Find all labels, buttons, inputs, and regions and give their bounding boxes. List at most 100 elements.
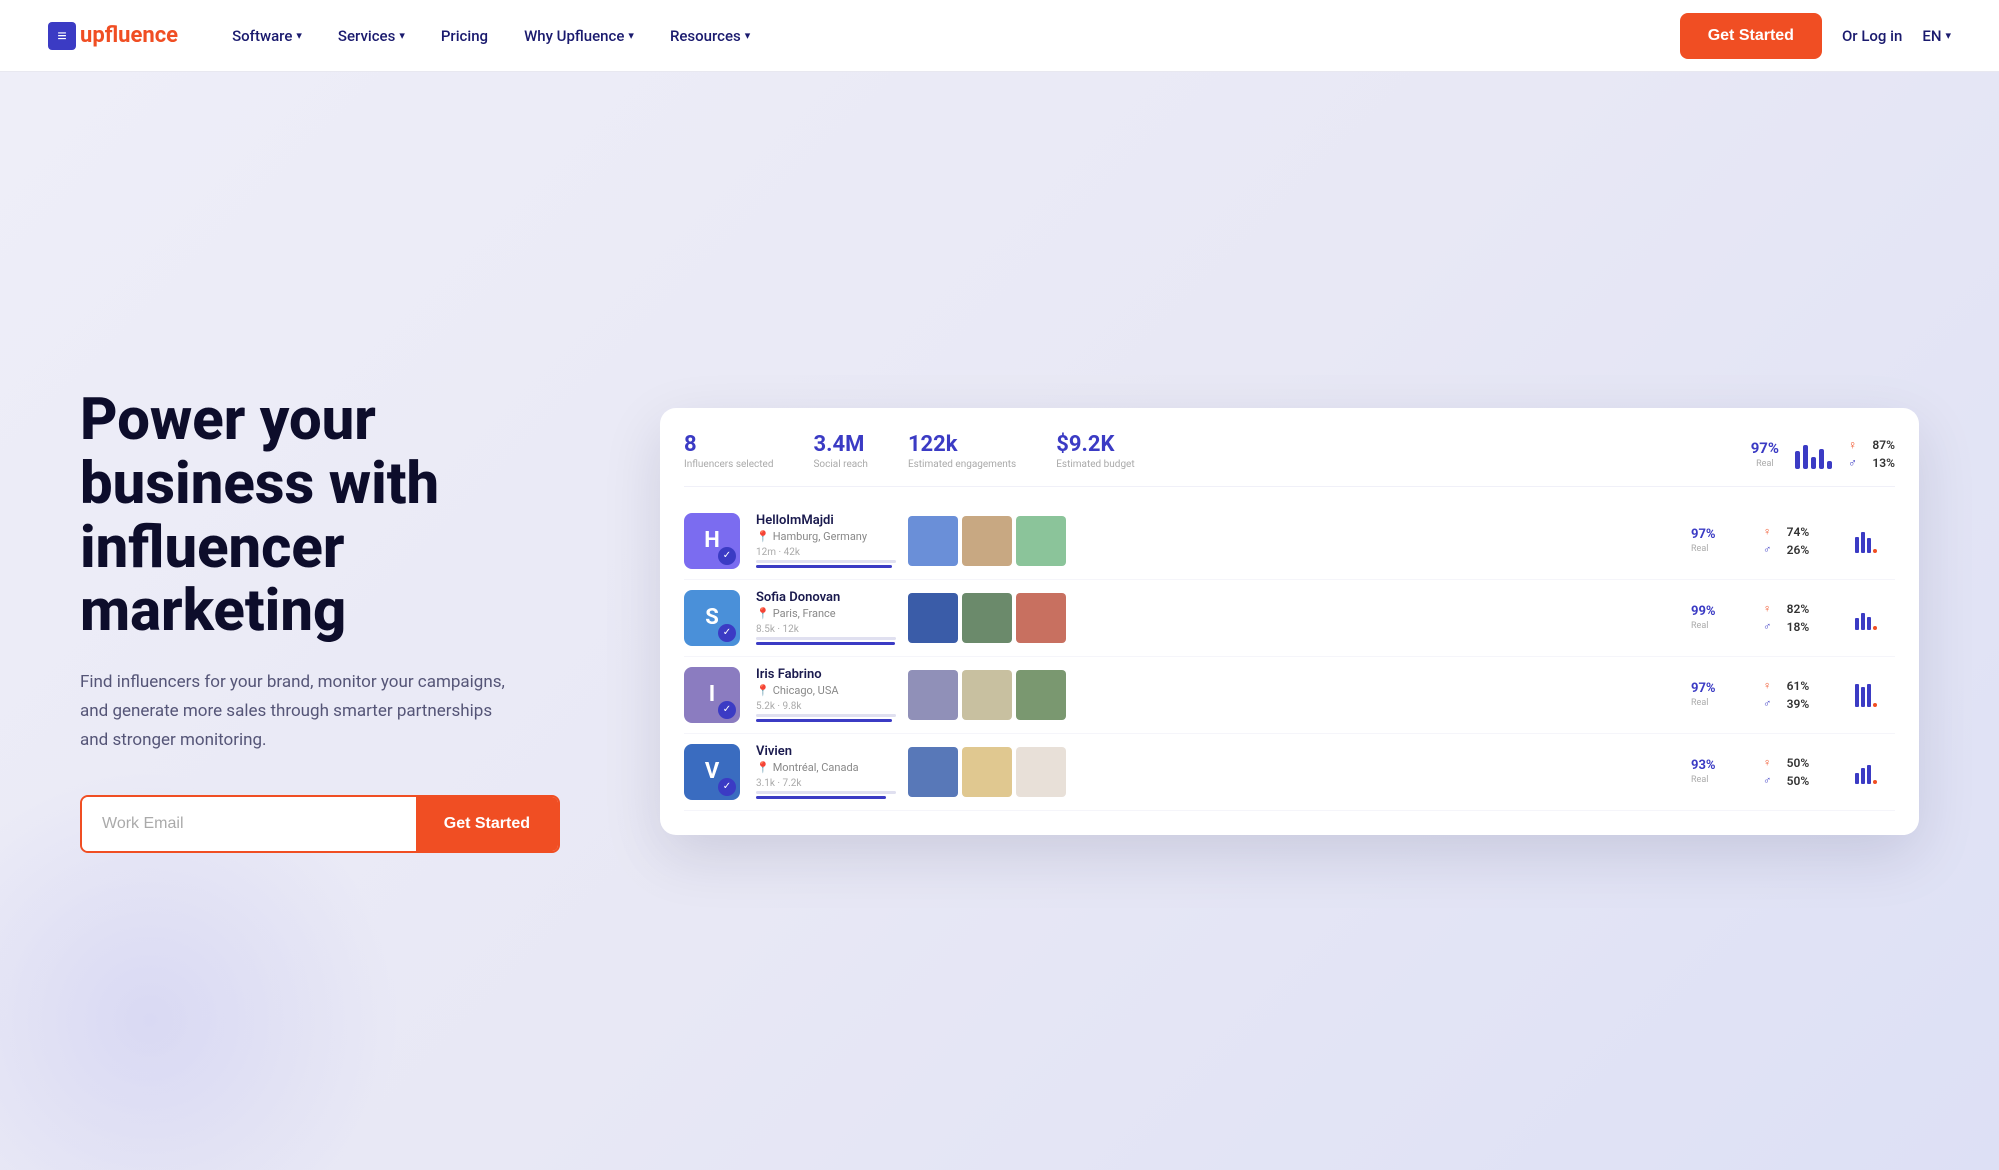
influencer-info: Sofia Donovan 📍Paris, France 8.5k · 12k [756,590,896,645]
gender-stats: ♀ 87% ♂ 13% [1848,438,1895,470]
avatar-check: ✓ [718,547,736,565]
rbar-3 [1867,617,1871,630]
rbar-dot [1873,703,1877,707]
email-input[interactable] [82,797,416,851]
stat-value-engagements: 122k [908,432,1016,457]
match-score: 93% Real [1691,758,1751,785]
influencer-name: Vivien [756,744,896,759]
location-pin-icon: 📍 [756,530,770,543]
male-pct: 26% [1777,543,1809,557]
mini-bar-chart [1795,439,1832,469]
rbar-dot [1873,780,1877,784]
female-stat: ♀ 87% [1848,438,1895,452]
rbar-1 [1855,537,1859,553]
stat-influencers: 8 Influencers selected [684,432,773,470]
bar-fill [756,642,895,645]
logo-text: upfluence [80,23,178,48]
location-pin-icon: 📍 [756,684,770,697]
influencer-bar [756,560,896,568]
rbar-dot [1873,549,1877,553]
nav-item-why[interactable]: Why Upfluence ▾ [510,19,648,53]
photo-grid [908,593,1679,643]
language-selector[interactable]: EN ▾ [1922,27,1951,45]
male-breakdown: ♂ 26% [1763,543,1843,557]
influencer-avatar: V ✓ [684,744,740,800]
influencer-location: 📍Montréal, Canada [756,761,896,774]
rbar-3 [1867,684,1871,706]
influencer-location: 📍Chicago, USA [756,684,896,697]
bar-3 [1811,457,1816,469]
stat-budget: $9.2K Estimated budget [1056,432,1134,470]
stat-label-reach: Social reach [813,459,867,470]
avatar-check: ✓ [718,701,736,719]
nav-item-services[interactable]: Services ▾ [324,19,419,53]
logo[interactable]: upfluence [48,22,178,50]
male-stat: ♂ 13% [1848,456,1895,470]
cta-form: Get Started [80,795,560,853]
chevron-down-icon: ▾ [296,29,302,42]
male-icon: ♂ [1763,543,1771,556]
location-pin-icon: 📍 [756,761,770,774]
photo-thumb [962,516,1012,566]
login-link[interactable]: Or Log in [1842,27,1902,45]
logo-up: up [80,23,105,48]
influencer-location: 📍Paris, France [756,607,896,620]
match-label: Real [1691,621,1751,631]
bar-fill [756,796,886,799]
influencer-info: Iris Fabrino 📍Chicago, USA 5.2k · 9.8k [756,667,896,722]
influencer-stats: 5.2k · 9.8k [756,701,896,712]
stat-label-budget: Estimated budget [1056,459,1134,470]
female-breakdown: ♀ 61% [1763,679,1843,693]
rbar-1 [1855,684,1859,706]
nav-item-software[interactable]: Software ▾ [218,19,316,53]
rbar-3 [1867,538,1871,552]
male-breakdown: ♂ 18% [1763,620,1843,634]
influencer-info: HelloImMajdi 📍Hamburg, Germany 12m · 42k [756,513,896,568]
female-icon: ♀ [1763,525,1771,538]
rbar-3 [1867,765,1871,784]
chevron-down-icon: ▾ [745,29,751,42]
female-breakdown: ♀ 74% [1763,525,1843,539]
photo-thumb [908,670,958,720]
hero-section: Power your business with influencer mark… [0,72,1999,1170]
influencer-name: Iris Fabrino [756,667,896,682]
female-breakdown: ♀ 50% [1763,756,1843,770]
bar-background [756,560,896,563]
bar-background [756,714,896,717]
photo-thumb [908,516,958,566]
match-score: 99% Real [1691,604,1751,631]
photo-thumb [962,747,1012,797]
nav-item-pricing[interactable]: Pricing [427,19,502,53]
influencer-info: Vivien 📍Montréal, Canada 3.1k · 7.2k [756,744,896,799]
hero-right: 8 Influencers selected 3.4M Social reach… [660,408,1919,835]
nav-item-resources[interactable]: Resources ▾ [656,19,764,53]
match-label: Real [1691,544,1751,554]
female-pct: 74% [1777,525,1809,539]
chevron-down-icon: ▾ [399,29,405,42]
influencer-stats: 12m · 42k [756,547,896,558]
match-pct: 97% [1691,681,1751,696]
female-breakdown: ♀ 82% [1763,602,1843,616]
rbar-1 [1855,773,1859,784]
bar-fill [756,565,892,568]
influencer-location: 📍Hamburg, Germany [756,530,896,543]
female-pct: 61% [1777,679,1809,693]
photo-thumb [1016,516,1066,566]
bar-5 [1827,461,1832,469]
photo-thumb [962,593,1012,643]
real-label: Real [1756,459,1773,469]
photo-thumb [1016,747,1066,797]
bar-2 [1803,445,1808,469]
influencer-list: H ✓ HelloImMajdi 📍Hamburg, Germany 12m ·… [684,503,1895,811]
influencer-bar [756,637,896,645]
stat-value-reach: 3.4M [813,432,867,457]
male-pct: 39% [1777,697,1809,711]
stat-engagements: 122k Estimated engagements [908,432,1016,470]
male-icon: ♂ [1763,697,1771,710]
stat-value-influencers: 8 [684,432,773,457]
photo-thumb [908,593,958,643]
real-pct: 97% [1751,439,1779,457]
influencer-avatar: I ✓ [684,667,740,723]
cta-get-started-button[interactable]: Get Started [416,797,558,851]
nav-get-started-button[interactable]: Get Started [1680,13,1822,59]
